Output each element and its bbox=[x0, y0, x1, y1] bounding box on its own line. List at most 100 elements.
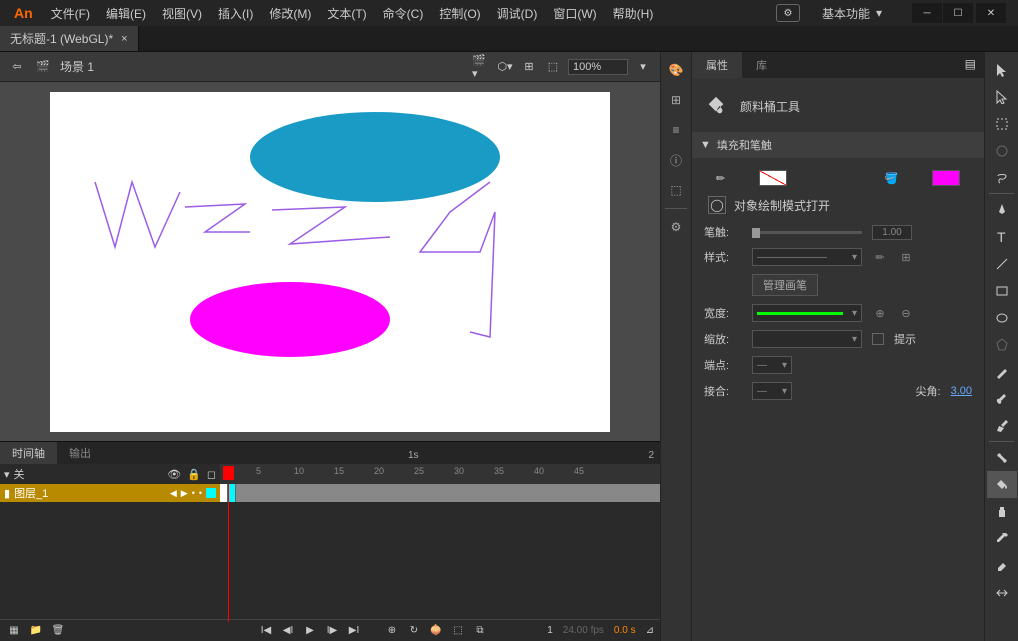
width-profile-dropdown[interactable]: ▾ bbox=[752, 304, 862, 322]
width-add-icon[interactable]: ⊕ bbox=[872, 305, 888, 321]
maximize-button[interactable]: ☐ bbox=[943, 3, 973, 23]
info-icon[interactable]: ⓘ bbox=[662, 146, 690, 174]
edit-scene-icon[interactable]: 🎬▾ bbox=[472, 58, 490, 76]
rectangle-tool-icon[interactable] bbox=[987, 277, 1017, 304]
object-drawing-toggle[interactable]: ◯ bbox=[708, 196, 726, 214]
menu-control[interactable]: 控制(O) bbox=[431, 1, 488, 26]
menu-modify[interactable]: 修改(M) bbox=[261, 1, 319, 26]
layer-vis-dot[interactable]: • bbox=[192, 488, 195, 498]
close-button[interactable]: ✕ bbox=[976, 3, 1006, 23]
tab-timeline[interactable]: 时间轴 bbox=[0, 442, 57, 464]
onion-skin-outline-icon[interactable]: ⬚ bbox=[450, 623, 466, 639]
scene-back-icon[interactable]: ⇦ bbox=[8, 58, 26, 76]
clip-content-icon[interactable]: ⬚ bbox=[544, 58, 562, 76]
layer-row[interactable]: ▮ 图层_1 ◀ ▶ • • bbox=[0, 484, 660, 502]
canvas-area[interactable] bbox=[0, 82, 660, 441]
pencil-tool-icon[interactable] bbox=[987, 358, 1017, 385]
width-remove-icon[interactable]: ⊖ bbox=[898, 305, 914, 321]
layer-outline-box[interactable] bbox=[206, 488, 216, 498]
scene-clapper-icon[interactable]: 🎬 bbox=[34, 58, 52, 76]
step-back-icon[interactable]: ◀I bbox=[280, 623, 296, 639]
miter-value[interactable]: 3.00 bbox=[951, 385, 972, 397]
center-frame-icon[interactable]: ⊕ bbox=[384, 623, 400, 639]
menu-text[interactable]: 文本(T) bbox=[319, 1, 374, 26]
visibility-header-icon[interactable]: 👁 bbox=[167, 468, 181, 481]
stroke-weight-input[interactable] bbox=[872, 225, 912, 240]
palette-icon[interactable]: 🎨 bbox=[662, 56, 690, 84]
text-tool-icon[interactable]: T bbox=[987, 223, 1017, 250]
free-transform-tool-icon[interactable] bbox=[987, 110, 1017, 137]
document-tab-close-icon[interactable]: × bbox=[121, 33, 127, 45]
width-tool-icon[interactable] bbox=[987, 579, 1017, 606]
edit-multiple-icon[interactable]: ⧉ bbox=[472, 623, 488, 639]
menu-insert[interactable]: 插入(I) bbox=[210, 1, 261, 26]
scene-name[interactable]: 场景 1 bbox=[60, 58, 94, 75]
frame-position[interactable]: 1 bbox=[547, 625, 553, 636]
tab-library[interactable]: 库 bbox=[742, 52, 781, 78]
layer-prev-icon[interactable]: ◀ bbox=[170, 488, 177, 499]
bone-tool-icon[interactable] bbox=[987, 444, 1017, 471]
layer-name-cell[interactable]: ▮ 图层_1 ◀ ▶ • • bbox=[0, 484, 220, 502]
play-icon[interactable]: ▶ bbox=[302, 623, 318, 639]
document-tab[interactable]: 无标题-1 (WebGL)* × bbox=[0, 26, 139, 51]
menu-file[interactable]: 文件(F) bbox=[43, 1, 98, 26]
new-layer-icon[interactable]: ▦ bbox=[6, 623, 22, 639]
fps-value[interactable]: 24.00 fps bbox=[563, 625, 604, 636]
fill-color-swatch[interactable] bbox=[932, 170, 960, 186]
panel-menu-icon[interactable]: ▤ bbox=[957, 52, 984, 78]
edit-symbol-icon[interactable]: ⬡▾ bbox=[496, 58, 514, 76]
frames-header[interactable]: 1 5 10 15 20 25 30 35 40 45 1s 2 bbox=[220, 464, 660, 484]
sync-settings-icon[interactable]: ⚙ bbox=[776, 4, 800, 22]
menu-help[interactable]: 帮助(H) bbox=[605, 1, 662, 26]
layer-name[interactable]: 图层_1 bbox=[14, 485, 48, 501]
playhead[interactable] bbox=[228, 484, 229, 622]
menu-commands[interactable]: 命令(C) bbox=[375, 1, 432, 26]
goto-first-icon[interactable]: I◀ bbox=[258, 623, 274, 639]
layer-play-icon[interactable]: ▶ bbox=[181, 488, 188, 499]
onion-skin-icon[interactable]: 🧅 bbox=[428, 623, 444, 639]
brush-tool-icon[interactable] bbox=[987, 385, 1017, 412]
scale-dropdown[interactable]: ▾ bbox=[752, 330, 862, 348]
menu-view[interactable]: 视图(V) bbox=[154, 1, 210, 26]
edit-style-icon[interactable]: ✏ bbox=[872, 249, 888, 265]
playhead-marker[interactable] bbox=[223, 466, 234, 480]
swatches-icon[interactable]: ⊞ bbox=[662, 86, 690, 114]
step-fwd-icon[interactable]: I▶ bbox=[324, 623, 340, 639]
paint-bucket-tool-icon[interactable] bbox=[987, 471, 1017, 498]
hinting-checkbox[interactable] bbox=[872, 333, 884, 345]
keyframe-1[interactable] bbox=[220, 484, 228, 502]
brush-preset-icon[interactable]: ⊞ bbox=[898, 249, 914, 265]
current-frame[interactable] bbox=[228, 484, 236, 502]
paint-brush-tool-icon[interactable] bbox=[987, 412, 1017, 439]
menu-debug[interactable]: 调试(D) bbox=[489, 1, 546, 26]
goto-last-icon[interactable]: ▶I bbox=[346, 623, 362, 639]
workspace-switcher[interactable]: 基本功能 ▾ bbox=[810, 3, 894, 24]
new-folder-icon[interactable]: 📁 bbox=[28, 623, 44, 639]
transform-icon[interactable]: ⬚ bbox=[662, 176, 690, 204]
join-style-dropdown[interactable]: —▾ bbox=[752, 382, 792, 400]
menu-edit[interactable]: 编辑(E) bbox=[98, 1, 154, 26]
zoom-dropdown-icon[interactable]: ▾ bbox=[634, 58, 652, 76]
manage-brushes-button[interactable]: 管理画笔 bbox=[752, 274, 818, 296]
timeline-menu-icon[interactable]: ⊿ bbox=[646, 625, 654, 636]
outline-header-icon[interactable]: ◻ bbox=[207, 468, 216, 481]
fill-stroke-section-header[interactable]: ▼ 填充和笔触 bbox=[692, 132, 984, 158]
zoom-input[interactable] bbox=[568, 59, 628, 75]
eraser-tool-icon[interactable] bbox=[987, 552, 1017, 579]
layer-toggle-icon[interactable]: ▾ bbox=[4, 468, 10, 481]
subselection-tool-icon[interactable] bbox=[987, 83, 1017, 110]
cap-style-dropdown[interactable]: —▾ bbox=[752, 356, 792, 374]
selection-tool-icon[interactable] bbox=[987, 56, 1017, 83]
loop-icon[interactable]: ↻ bbox=[406, 623, 422, 639]
tab-output[interactable]: 输出 bbox=[57, 442, 103, 464]
pen-tool-icon[interactable] bbox=[987, 196, 1017, 223]
polystar-tool-icon[interactable] bbox=[987, 331, 1017, 358]
components-icon[interactable]: ⚙ bbox=[662, 213, 690, 241]
delete-layer-icon[interactable]: 🗑 bbox=[50, 623, 66, 639]
stroke-style-dropdown[interactable]: ———————▾ bbox=[752, 248, 862, 266]
eyedropper-tool-icon[interactable] bbox=[987, 525, 1017, 552]
minimize-button[interactable]: ─ bbox=[912, 3, 942, 23]
tab-properties[interactable]: 属性 bbox=[692, 52, 742, 78]
stroke-color-swatch[interactable] bbox=[759, 170, 787, 186]
canvas-stage[interactable] bbox=[50, 92, 610, 432]
